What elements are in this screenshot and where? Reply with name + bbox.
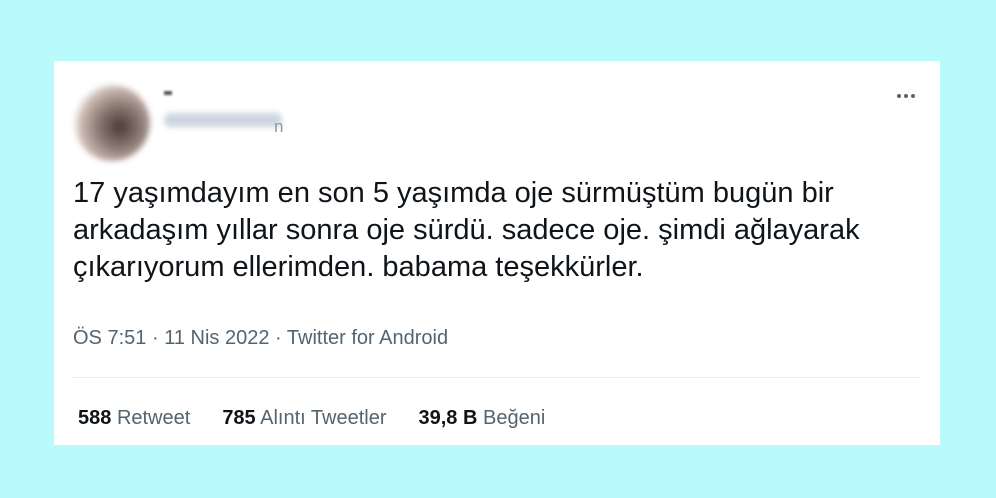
retweets-label: Retweet xyxy=(116,407,191,429)
quotes-stat[interactable]: 785 Alıntı Tweetler xyxy=(222,407,386,430)
user-name-blurred[interactable] xyxy=(164,91,172,95)
tweet-time[interactable]: ÖS 7:51 xyxy=(73,327,146,349)
more-options-icon[interactable] xyxy=(892,85,920,107)
quotes-count: 785 xyxy=(222,407,256,429)
tweet-date[interactable]: 11 Nis 2022 xyxy=(164,327,269,349)
user-handle-tail: n xyxy=(274,117,284,136)
likes-stat[interactable]: 39,8 B Beğeni xyxy=(419,407,546,430)
likes-label: Beğeni xyxy=(483,407,546,429)
tweet-source[interactable]: Twitter for Android xyxy=(287,327,448,349)
dot xyxy=(904,94,908,98)
dot xyxy=(897,94,901,98)
meta-separator: · xyxy=(151,327,159,349)
dot xyxy=(911,94,915,98)
divider xyxy=(73,377,921,378)
retweets-stat[interactable]: 588 Retweet xyxy=(78,407,190,430)
retweets-count: 588 xyxy=(78,407,112,429)
avatar[interactable] xyxy=(74,85,150,161)
likes-count: 39,8 B xyxy=(418,407,478,429)
tweet-stats: 588 Retweet 785 Alıntı Tweetler 39,8 B B… xyxy=(78,407,545,430)
meta-separator: · xyxy=(275,327,282,349)
tweet-text: 17 yaşımdayım en son 5 yaşımda oje sürmü… xyxy=(73,177,860,283)
quotes-label: Alıntı Tweetler xyxy=(260,407,387,429)
tweet-card: n 17 yaşımdayım en son 5 yaşımda oje sür… xyxy=(54,61,940,445)
tweet-meta: ÖS 7:51 · 11 Nis 2022 · Twitter for Andr… xyxy=(73,327,448,350)
user-handle-blurred[interactable] xyxy=(164,113,282,127)
